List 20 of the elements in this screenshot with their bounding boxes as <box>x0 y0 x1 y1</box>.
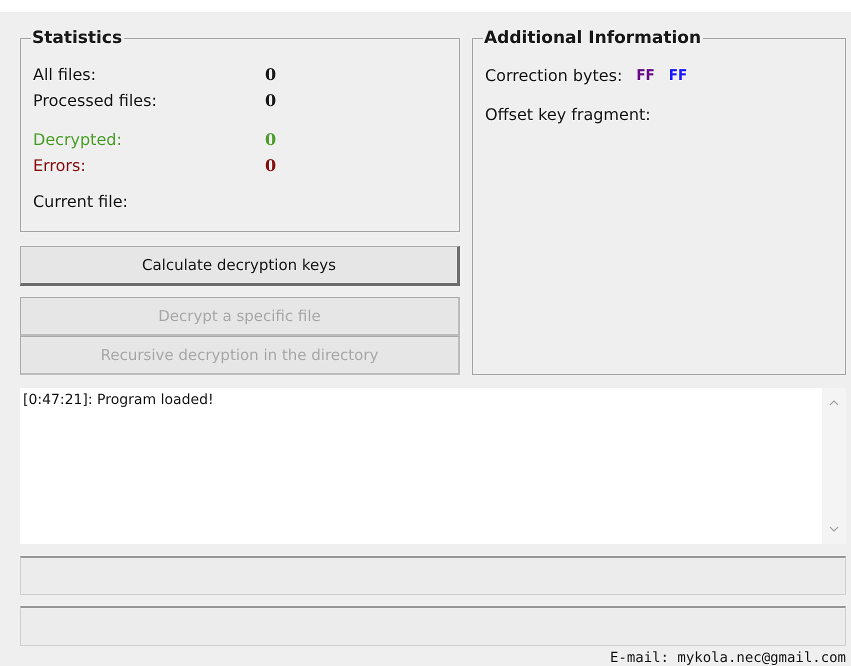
stat-label: Decrypted: <box>33 130 123 148</box>
stat-value: 0 <box>265 90 276 110</box>
stat-value: 0 <box>265 64 276 84</box>
stat-label: Errors: <box>33 156 87 174</box>
scroll-up-icon[interactable] <box>829 400 839 406</box>
current-file-label: Current file: <box>33 192 128 211</box>
stat-label: All files: <box>33 64 98 84</box>
stat-value: 0 <box>265 130 276 148</box>
scroll-down-icon[interactable] <box>829 526 839 532</box>
log-line: [0:47:21]: Program loaded! <box>23 392 214 408</box>
scrollbar[interactable] <box>822 388 846 544</box>
correction-bytes-label: Correction bytes: <box>485 66 622 84</box>
stat-value: 0 <box>265 156 276 174</box>
stat-label: Processed files: <box>33 90 158 110</box>
email-text: E-mail: mykola.nec@gmail.com <box>610 650 846 666</box>
log-area[interactable]: [0:47:21]: Program loaded! <box>20 388 846 544</box>
correction-byte: FF <box>668 66 688 84</box>
correction-byte: FF <box>636 66 655 84</box>
action-button[interactable]: Calculate decryption keys <box>20 246 460 286</box>
offset-key-fragment-label: Offset key fragment: <box>485 104 651 124</box>
